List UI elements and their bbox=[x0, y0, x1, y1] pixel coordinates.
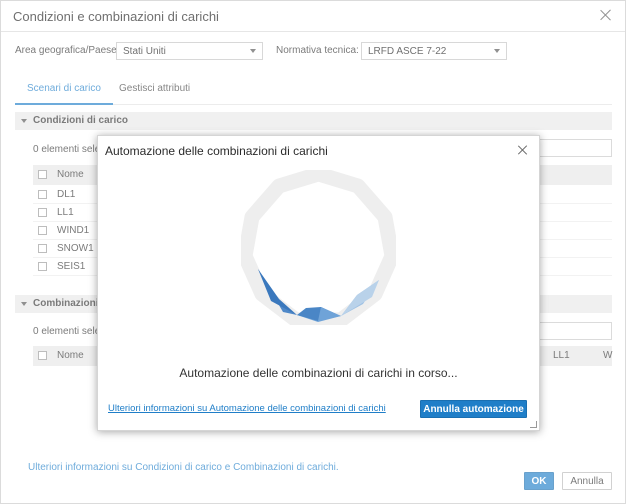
close-icon[interactable] bbox=[517, 144, 529, 156]
resize-grip-icon[interactable] bbox=[530, 421, 537, 428]
cancel-automation-button[interactable]: Annulla automazione bbox=[420, 400, 527, 418]
automation-info-link[interactable]: Ulteriori informazioni su Automazione de… bbox=[108, 403, 386, 414]
loading-spinner-icon bbox=[241, 170, 396, 325]
progress-text: Automazione delle combinazioni di carich… bbox=[179, 366, 458, 380]
modal-title: Automazione delle combinazioni di carich… bbox=[105, 144, 328, 158]
automation-modal: Automazione delle combinazioni di carich… bbox=[97, 135, 540, 431]
